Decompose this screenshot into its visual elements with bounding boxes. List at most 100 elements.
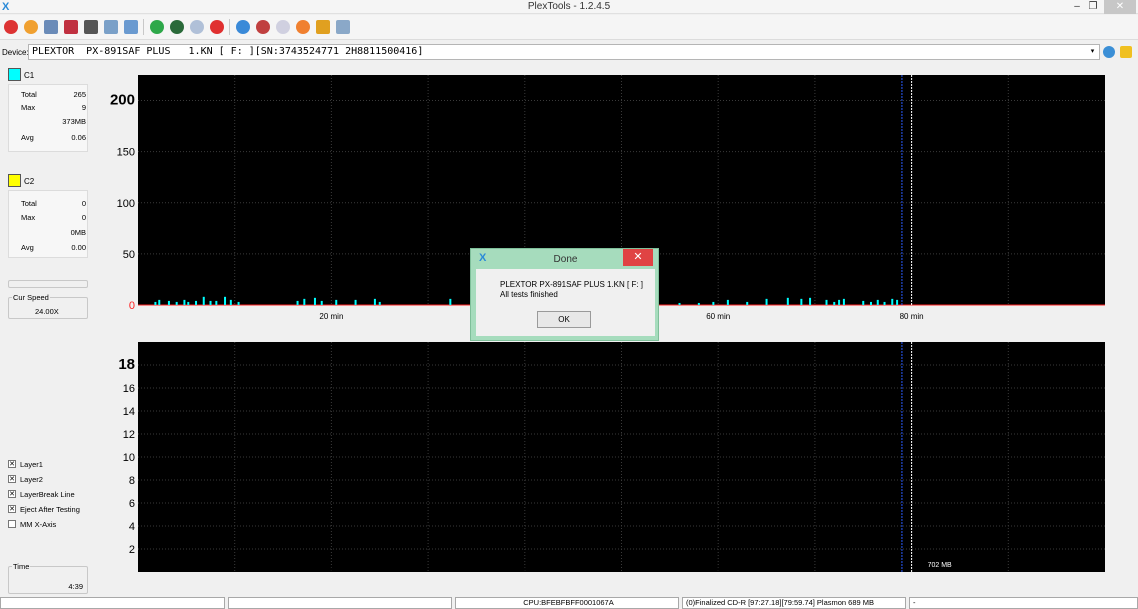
y-tick-label: 18 — [118, 356, 135, 373]
toolbar — [0, 15, 1138, 40]
c1-error-bar — [354, 299, 357, 305]
option-eject-after-testing[interactable]: ✕ Eject After Testing — [8, 503, 98, 516]
toolbar-separator — [143, 19, 144, 35]
c1-error-bar — [320, 300, 323, 305]
c1-error-bar — [883, 301, 886, 305]
status-disc: (0)Finalized CD-R [97:27.18][79:59.74] P… — [682, 597, 906, 609]
c1-error-bar — [896, 299, 899, 305]
cur-speed-value: 24.00X — [35, 307, 59, 316]
checkbox-icon[interactable]: ✕ — [8, 505, 16, 513]
c1-error-bar — [167, 300, 170, 305]
close-button[interactable]: ✕ — [1104, 0, 1136, 14]
time-group: Time 4:39 — [8, 562, 88, 594]
size-annotation: 702 MB — [928, 562, 952, 569]
c1-error-bar — [175, 301, 178, 305]
option-label: Eject After Testing — [20, 505, 80, 514]
c1-error-bar — [765, 298, 768, 305]
y-tick-label: 100 — [117, 198, 135, 210]
done-dialog: X Done ✕ PLEXTOR PX-891SAF PLUS 1.KN [ F… — [470, 248, 659, 341]
maximize-button[interactable]: ❐ — [1086, 0, 1100, 14]
checkbox-icon[interactable]: ✕ — [8, 490, 16, 498]
x-tick-label: 20 min — [319, 312, 343, 321]
c2-color-swatch — [8, 174, 21, 187]
settings-icon[interactable] — [124, 20, 138, 34]
c1-error-bar — [726, 299, 729, 305]
lock-icon[interactable] — [1120, 46, 1132, 58]
y-tick-label: 14 — [123, 406, 135, 418]
c1-error-bar — [869, 301, 872, 305]
left-panel: C1 Total 265 Max 9 373MB Avg 0.06 C2 Total 0… — [0, 64, 95, 594]
disc-quality-icon[interactable] — [64, 20, 78, 34]
c1-title: C1 — [24, 71, 35, 80]
y-tick-label: 200 — [110, 92, 135, 109]
c2-total-value: 0 — [81, 199, 86, 208]
c2-max-position: 0MB — [70, 228, 86, 237]
drive-icon[interactable] — [44, 20, 58, 34]
c1-color-swatch — [8, 68, 21, 81]
option-layer2[interactable]: ✕ Layer2 — [8, 473, 98, 486]
c1-error-bar — [449, 298, 452, 305]
y-tick-label: 4 — [129, 521, 135, 533]
time-label: Time — [12, 562, 31, 571]
c1-error-bar — [833, 301, 836, 305]
minimize-button[interactable]: – — [1070, 0, 1084, 14]
checkbox-icon[interactable]: ✕ — [8, 475, 16, 483]
toolbar-separator — [229, 19, 230, 35]
device-select[interactable]: PLEXTOR PX-891SAF PLUS 1.KN [ F: ][SN:37… — [28, 44, 1100, 60]
write-test-icon[interactable] — [84, 20, 98, 34]
c1-error-bar — [224, 296, 227, 305]
start-icon[interactable] — [170, 20, 184, 34]
c1-error-bar — [876, 299, 879, 305]
c1-max-position: 373MB — [62, 117, 86, 126]
y-tick-label: 0 — [129, 300, 135, 312]
eject-icon[interactable] — [190, 20, 204, 34]
disc-info-icon[interactable] — [24, 20, 38, 34]
c2-total-label: Total — [21, 199, 37, 208]
disc-icon[interactable] — [276, 20, 290, 34]
c1-error-bar — [746, 301, 749, 305]
c2-max-label: Max — [21, 213, 36, 222]
c1-error-bar — [800, 298, 803, 305]
y-tick-label: 16 — [123, 383, 135, 395]
option-layer1[interactable]: ✕ Layer1 — [8, 458, 98, 471]
x-tick-label: 80 min — [900, 312, 924, 321]
c1-error-bar — [373, 298, 376, 305]
c1-error-bar — [296, 300, 299, 305]
cur-speed-label: Cur Speed — [12, 293, 50, 302]
c1-error-bar — [154, 301, 157, 305]
option-mm-x-axis[interactable]: MM X-Axis — [8, 518, 98, 531]
dialog-close-button[interactable]: ✕ — [623, 249, 653, 266]
checkbox-icon[interactable]: ✕ — [8, 460, 16, 468]
c1-max-label: Max — [21, 103, 36, 112]
option-label: Layer1 — [20, 460, 43, 469]
print-icon[interactable] — [336, 20, 350, 34]
stop-icon[interactable] — [210, 20, 224, 34]
c1-total-label: Total — [21, 90, 37, 99]
status-cpu: CPU:BFEBFBFF0001067A — [455, 597, 679, 609]
chevron-down-icon[interactable]: ▾ — [1086, 45, 1099, 59]
c1-error-bar — [158, 299, 161, 305]
info-icon[interactable] — [236, 20, 250, 34]
x-tick-label: 20 min — [319, 565, 343, 574]
window-title: PlexTools - 1.2.4.5 — [527, 1, 611, 12]
option-label: MM X-Axis — [20, 520, 57, 529]
status-cell-1 — [0, 597, 225, 609]
media-icon[interactable] — [296, 20, 310, 34]
copy-icon[interactable] — [104, 20, 118, 34]
ok-button[interactable]: OK — [537, 311, 591, 328]
c1-total-value: 265 — [73, 90, 86, 99]
refresh-icon[interactable] — [150, 20, 164, 34]
c1-stats: Total 265 Max 9 373MB Avg 0.06 — [8, 84, 88, 152]
y-tick-label: 50 — [123, 249, 135, 261]
c1-error-bar — [195, 300, 198, 305]
chart-icon[interactable] — [316, 20, 330, 34]
burn-icon[interactable] — [256, 20, 270, 34]
dialog-body: PLEXTOR PX-891SAF PLUS 1.KN [ F: ] All t… — [476, 269, 655, 336]
checkbox-icon[interactable] — [8, 520, 16, 528]
power-icon[interactable] — [4, 20, 18, 34]
refresh-device-icon[interactable] — [1103, 46, 1115, 58]
c1-error-bar — [838, 299, 841, 305]
option-layerbreak-line[interactable]: ✕ LayerBreak Line — [8, 488, 98, 501]
x-tick-label: 40 min — [513, 565, 537, 574]
c2-avg-value: 0.00 — [71, 243, 86, 252]
